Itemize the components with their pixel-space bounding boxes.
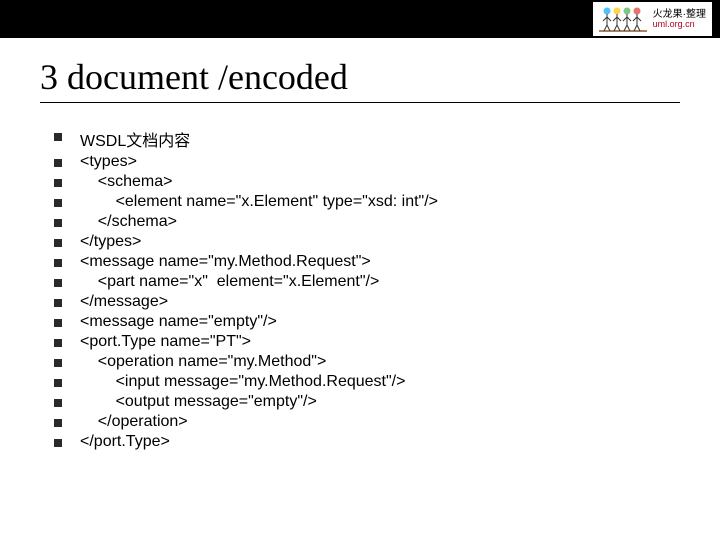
slide-content: 3 document /encoded WSDL文档内容 <types> <sch…	[0, 38, 720, 451]
bullet-list: WSDL文档内容 <types> <schema> <element name="…	[40, 127, 680, 451]
bullet-square-icon	[54, 359, 62, 367]
bullet-square-icon	[54, 219, 62, 227]
bullet-item: <operation name="my.Method">	[54, 353, 680, 371]
bullet-square-icon	[54, 399, 62, 407]
bullet-item: <part name="x" element="x.Element"/>	[54, 273, 680, 291]
logo-text-top: 火龙果·整理	[653, 9, 706, 20]
bullet-item: </types>	[54, 233, 680, 251]
bullet-item: <message name="my.Method.Request">	[54, 253, 680, 271]
bullet-text: <output message="empty"/>	[80, 393, 317, 411]
bullet-square-icon	[54, 279, 62, 287]
bullet-text: <types>	[80, 153, 137, 171]
bullet-square-icon	[54, 379, 62, 387]
bullet-item: </message>	[54, 293, 680, 311]
title-divider	[40, 102, 680, 103]
bullet-item: <output message="empty"/>	[54, 393, 680, 411]
bullet-item: </operation>	[54, 413, 680, 431]
bullet-item: WSDL文档内容	[54, 127, 680, 151]
bullet-text: <operation name="my.Method">	[80, 353, 326, 371]
bullet-square-icon	[54, 259, 62, 267]
bullet-square-icon	[54, 439, 62, 447]
bullet-text: </message>	[80, 293, 168, 311]
bullet-square-icon	[54, 339, 62, 347]
bullet-text: <schema>	[80, 173, 173, 191]
bullet-square-icon	[54, 239, 62, 247]
bullet-text: <port.Type name="PT">	[80, 333, 251, 351]
bullet-square-icon	[54, 299, 62, 307]
bullet-item: </port.Type>	[54, 433, 680, 451]
bullet-text: </schema>	[80, 213, 177, 231]
bullet-text: </operation>	[80, 413, 188, 431]
bullet-square-icon	[54, 319, 62, 327]
bullet-square-icon	[54, 199, 62, 207]
logo-figures-icon	[599, 5, 647, 33]
bullet-text: </types>	[80, 233, 141, 251]
bullet-item: <element name="x.Element" type="xsd: int…	[54, 193, 680, 211]
bullet-item: </schema>	[54, 213, 680, 231]
bullet-item: <types>	[54, 153, 680, 171]
bullet-square-icon	[54, 159, 62, 167]
bullet-item: <input message="my.Method.Request"/>	[54, 373, 680, 391]
logo-text-bottom: uml.org.cn	[653, 20, 706, 30]
bullet-square-icon	[54, 179, 62, 187]
bullet-square-icon	[54, 133, 62, 141]
header-strip: 火龙果·整理 uml.org.cn	[0, 0, 720, 38]
bullet-text: <input message="my.Method.Request"/>	[80, 373, 405, 391]
bullet-text: <message name="empty"/>	[80, 313, 277, 331]
bullet-text: <message name="my.Method.Request">	[80, 253, 371, 271]
bullet-text: WSDL文档内容	[80, 127, 190, 151]
logo-text: 火龙果·整理 uml.org.cn	[653, 9, 706, 30]
bullet-text: <part name="x" element="x.Element"/>	[80, 273, 379, 291]
logo-box: 火龙果·整理 uml.org.cn	[593, 2, 712, 36]
bullet-item: <schema>	[54, 173, 680, 191]
bullet-text: </port.Type>	[80, 433, 170, 451]
bullet-item: <port.Type name="PT">	[54, 333, 680, 351]
bullet-item: <message name="empty"/>	[54, 313, 680, 331]
bullet-square-icon	[54, 419, 62, 427]
bullet-text: <element name="x.Element" type="xsd: int…	[80, 193, 438, 211]
slide-title: 3 document /encoded	[40, 56, 680, 98]
